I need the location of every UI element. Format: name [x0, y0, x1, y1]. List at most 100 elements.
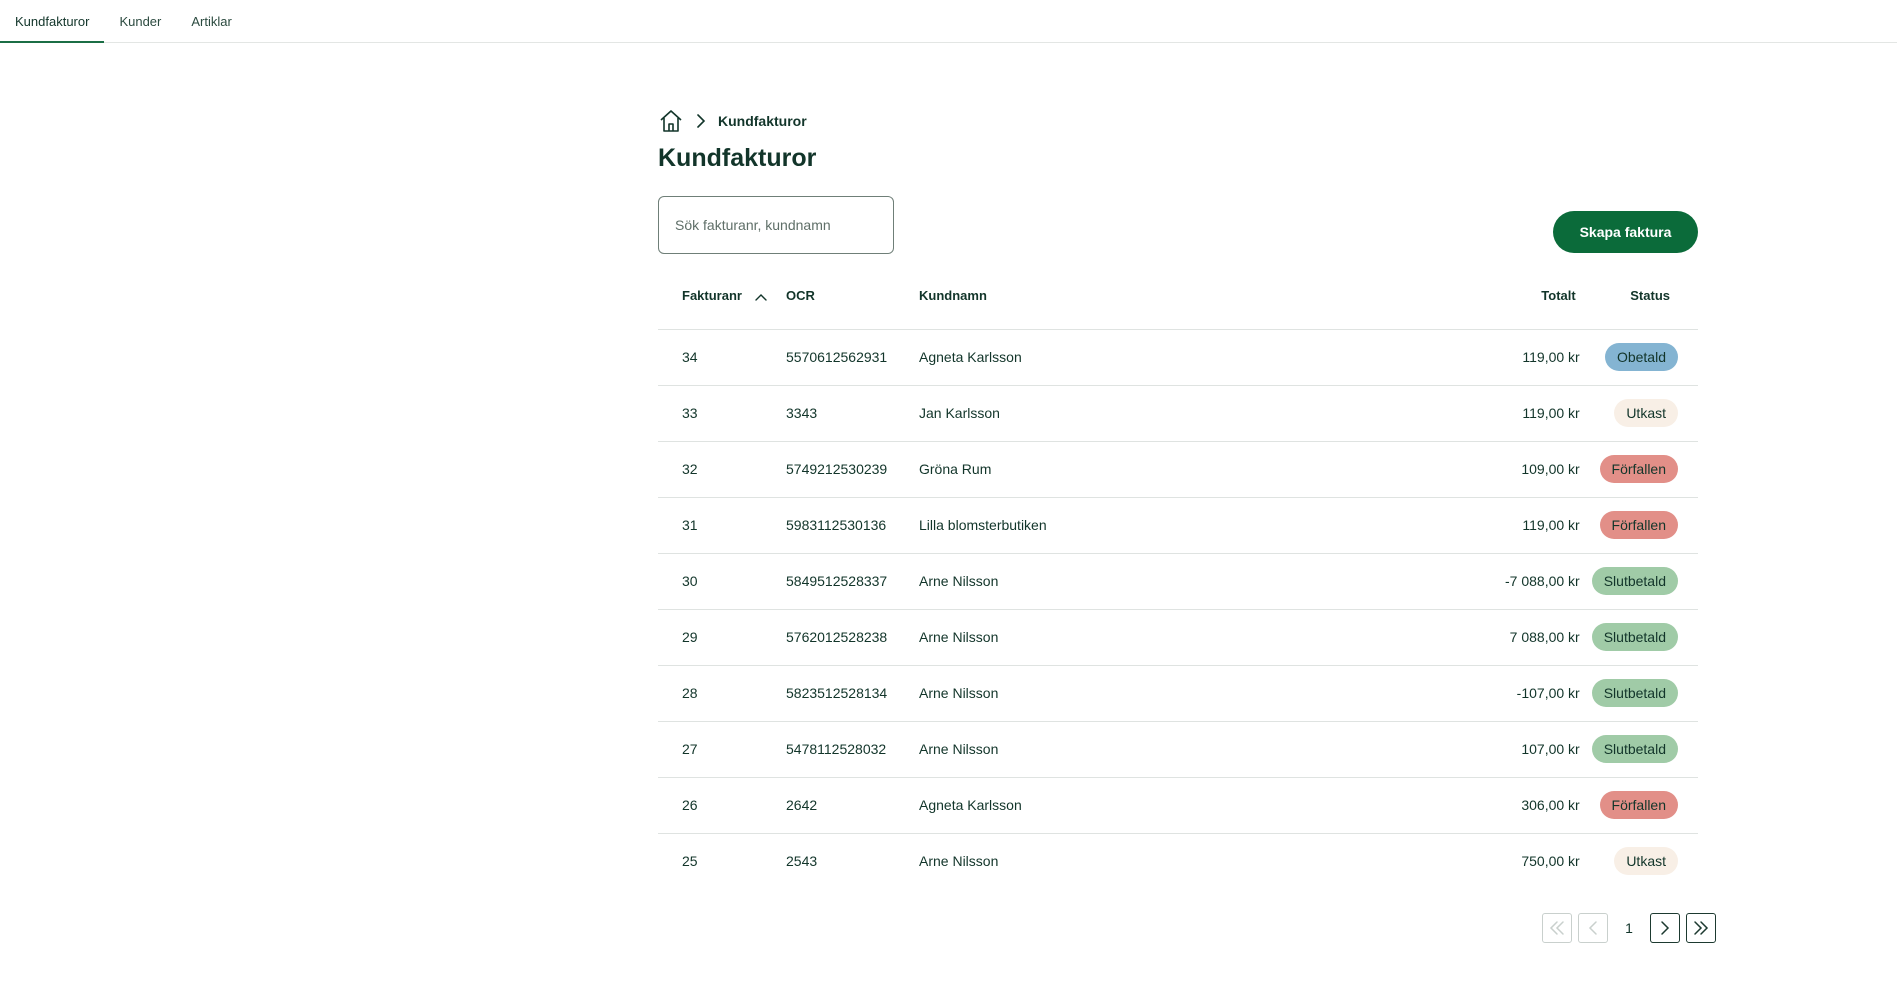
- double-chevron-left-icon: [1549, 921, 1564, 935]
- cell-ocr: 5570612562931: [786, 329, 919, 386]
- table-row[interactable]: 31 5983112530136 Lilla blomsterbutiken 119,…: [658, 497, 1698, 554]
- breadcrumb: Kundfakturor: [658, 108, 1698, 134]
- tab-kunder[interactable]: Kunder: [104, 0, 176, 42]
- cell-total: 750,00 kr: [1521, 853, 1580, 870]
- cell-invoice-no: 31: [658, 497, 786, 554]
- column-header-invoice-no[interactable]: Fakturanr: [658, 263, 786, 330]
- create-invoice-button[interactable]: Skapa faktura: [1553, 211, 1698, 253]
- column-header-status[interactable]: Status: [1591, 263, 1698, 330]
- toolbar: Skapa faktura: [658, 196, 1698, 262]
- cell-status: Slutbetald: [1591, 721, 1698, 778]
- current-page-number: 1: [1625, 920, 1633, 936]
- double-chevron-right-icon: [1694, 921, 1709, 935]
- table-row[interactable]: 26 2642 Agneta Karlsson 306,00 kr Förfallen: [658, 777, 1698, 834]
- table-row[interactable]: 29 5762012528238 Arne Nilsson 7 088,00 kr Sl…: [658, 609, 1698, 666]
- cell-invoice-no: 28: [658, 665, 786, 722]
- cell-customer: Arne Nilsson: [919, 553, 1412, 610]
- cell-status: Utkast: [1592, 833, 1698, 889]
- cell-invoice-no: 27: [658, 721, 786, 778]
- cell-status: Slutbetald: [1591, 665, 1698, 722]
- cell-total: 306,00 kr: [1411, 777, 1592, 834]
- column-header-total[interactable]: Totalt: [1411, 263, 1592, 330]
- cell-customer: Agneta Karlsson: [919, 777, 1412, 834]
- breadcrumb-current: Kundfakturor: [718, 113, 807, 129]
- tab-kundfakturor[interactable]: Kundfakturor: [0, 0, 105, 43]
- sort-ascending-icon: [754, 293, 767, 301]
- cell-total: 119,00 kr: [1411, 385, 1592, 442]
- pagination: 1: [1542, 913, 1716, 943]
- previous-page-button[interactable]: [1578, 913, 1608, 943]
- cell-ocr: 5762012528238: [786, 609, 919, 666]
- cell-customer: Agneta Karlsson: [919, 329, 1412, 386]
- cell-total: 119,00 kr: [1411, 497, 1592, 554]
- home-icon[interactable]: [658, 108, 684, 134]
- cell-status: Förfallen: [1591, 497, 1698, 554]
- cell-status: Slutbetald: [1591, 553, 1698, 610]
- next-page-button[interactable]: [1650, 913, 1680, 943]
- table-row[interactable]: 32 5749212530239 Gröna Rum 109,00 kr Förfall…: [658, 441, 1698, 498]
- cell-customer: Gröna Rum: [919, 441, 1412, 498]
- cell-invoice-no: 26: [658, 777, 786, 834]
- cell-customer: Arne Nilsson: [919, 665, 1412, 722]
- status-badge: Utkast: [1614, 847, 1678, 876]
- cell-status: Förfallen: [1591, 441, 1698, 498]
- cell-ocr: 5983112530136: [786, 497, 919, 554]
- tab-artiklar[interactable]: Artiklar: [176, 0, 246, 42]
- cell-customer: Lilla blomsterbutiken: [919, 497, 1412, 554]
- chevron-right-icon: [1661, 921, 1670, 935]
- status-badge: Slutbetald: [1591, 735, 1678, 763]
- cell-total: 109,00 kr: [1411, 441, 1592, 498]
- cell-total: -107,00 kr: [1411, 665, 1592, 722]
- first-page-button[interactable]: [1542, 913, 1572, 943]
- table-row[interactable]: 28 5823512528134 Arne Nilsson -107,00 kr Slu…: [658, 665, 1698, 722]
- column-header-ocr[interactable]: OCR: [786, 263, 919, 330]
- status-badge: Förfallen: [1599, 455, 1678, 483]
- status-badge: Förfallen: [1599, 511, 1678, 539]
- cell-ocr: 2642: [786, 777, 919, 834]
- cell-total: 7 088,00 kr: [1411, 609, 1592, 666]
- column-header-label: Fakturanr: [682, 288, 742, 304]
- status-badge: Slutbetald: [1591, 679, 1678, 707]
- cell-ocr: 2543: [786, 853, 818, 870]
- column-header-customer[interactable]: Kundnamn: [919, 263, 1412, 330]
- cell-invoice-no: 34: [658, 329, 786, 386]
- last-page-button[interactable]: [1686, 913, 1716, 943]
- cell-status: Förfallen: [1591, 777, 1698, 834]
- cell-customer: Arne Nilsson: [919, 721, 1412, 778]
- status-badge: Utkast: [1614, 399, 1678, 427]
- cell-status: Obetald: [1591, 329, 1698, 386]
- cell-ocr: 3343: [786, 385, 919, 442]
- cell-customer: Jan Karlsson: [919, 385, 1412, 442]
- cell-customer: Arne Nilsson: [919, 609, 1412, 666]
- status-badge: Slutbetald: [1591, 567, 1678, 595]
- cell-status: Slutbetald: [1591, 609, 1698, 666]
- table-row[interactable]: 34 5570612562931 Agneta Karlsson 119,00 kr O…: [658, 329, 1698, 386]
- cell-total: -7 088,00 kr: [1411, 553, 1592, 610]
- cell-status: Utkast: [1591, 385, 1698, 442]
- cell-ocr: 5749212530239: [786, 441, 919, 498]
- chevron-right-icon: [697, 114, 706, 128]
- table-row[interactable]: 27 5478112528032 Arne Nilsson 107,00 kr Slut…: [658, 721, 1698, 778]
- table-header-row: Fakturanr OCR Kundnamn Totalt Status: [658, 263, 1698, 330]
- table-row[interactable]: 33 3343 Jan Karlsson 119,00 kr Utkast: [658, 385, 1698, 442]
- cell-invoice-no: 30: [658, 553, 786, 610]
- cell-ocr: 5478112528032: [786, 721, 919, 778]
- invoice-table: Fakturanr OCR Kundnamn Totalt Status 34 5…: [658, 263, 1698, 889]
- status-badge: Slutbetald: [1591, 623, 1678, 651]
- page-title: Kundfakturor: [658, 144, 817, 172]
- status-badge: Obetald: [1604, 343, 1678, 371]
- cell-ocr: 5823512528134: [786, 665, 919, 722]
- cell-invoice-no: 33: [658, 385, 786, 442]
- table-row[interactable]: 25 2543 Arne Nilsson 750,00 kr Utkast: [658, 833, 1698, 889]
- cell-invoice-no: 25: [682, 853, 698, 870]
- table-row[interactable]: 30 5849512528337 Arne Nilsson -7 088,00 kr S…: [658, 553, 1698, 610]
- cell-customer: Arne Nilsson: [919, 853, 999, 870]
- cell-invoice-no: 32: [658, 441, 786, 498]
- cell-total: 119,00 kr: [1411, 329, 1592, 386]
- status-badge: Förfallen: [1599, 791, 1678, 819]
- chevron-left-icon: [1588, 921, 1597, 935]
- cell-ocr: 5849512528337: [786, 553, 919, 610]
- cell-total: 107,00 kr: [1411, 721, 1592, 778]
- main-content: Kundfakturor Kundfakturor Skapa faktura …: [658, 108, 1698, 889]
- search-input[interactable]: [658, 196, 894, 254]
